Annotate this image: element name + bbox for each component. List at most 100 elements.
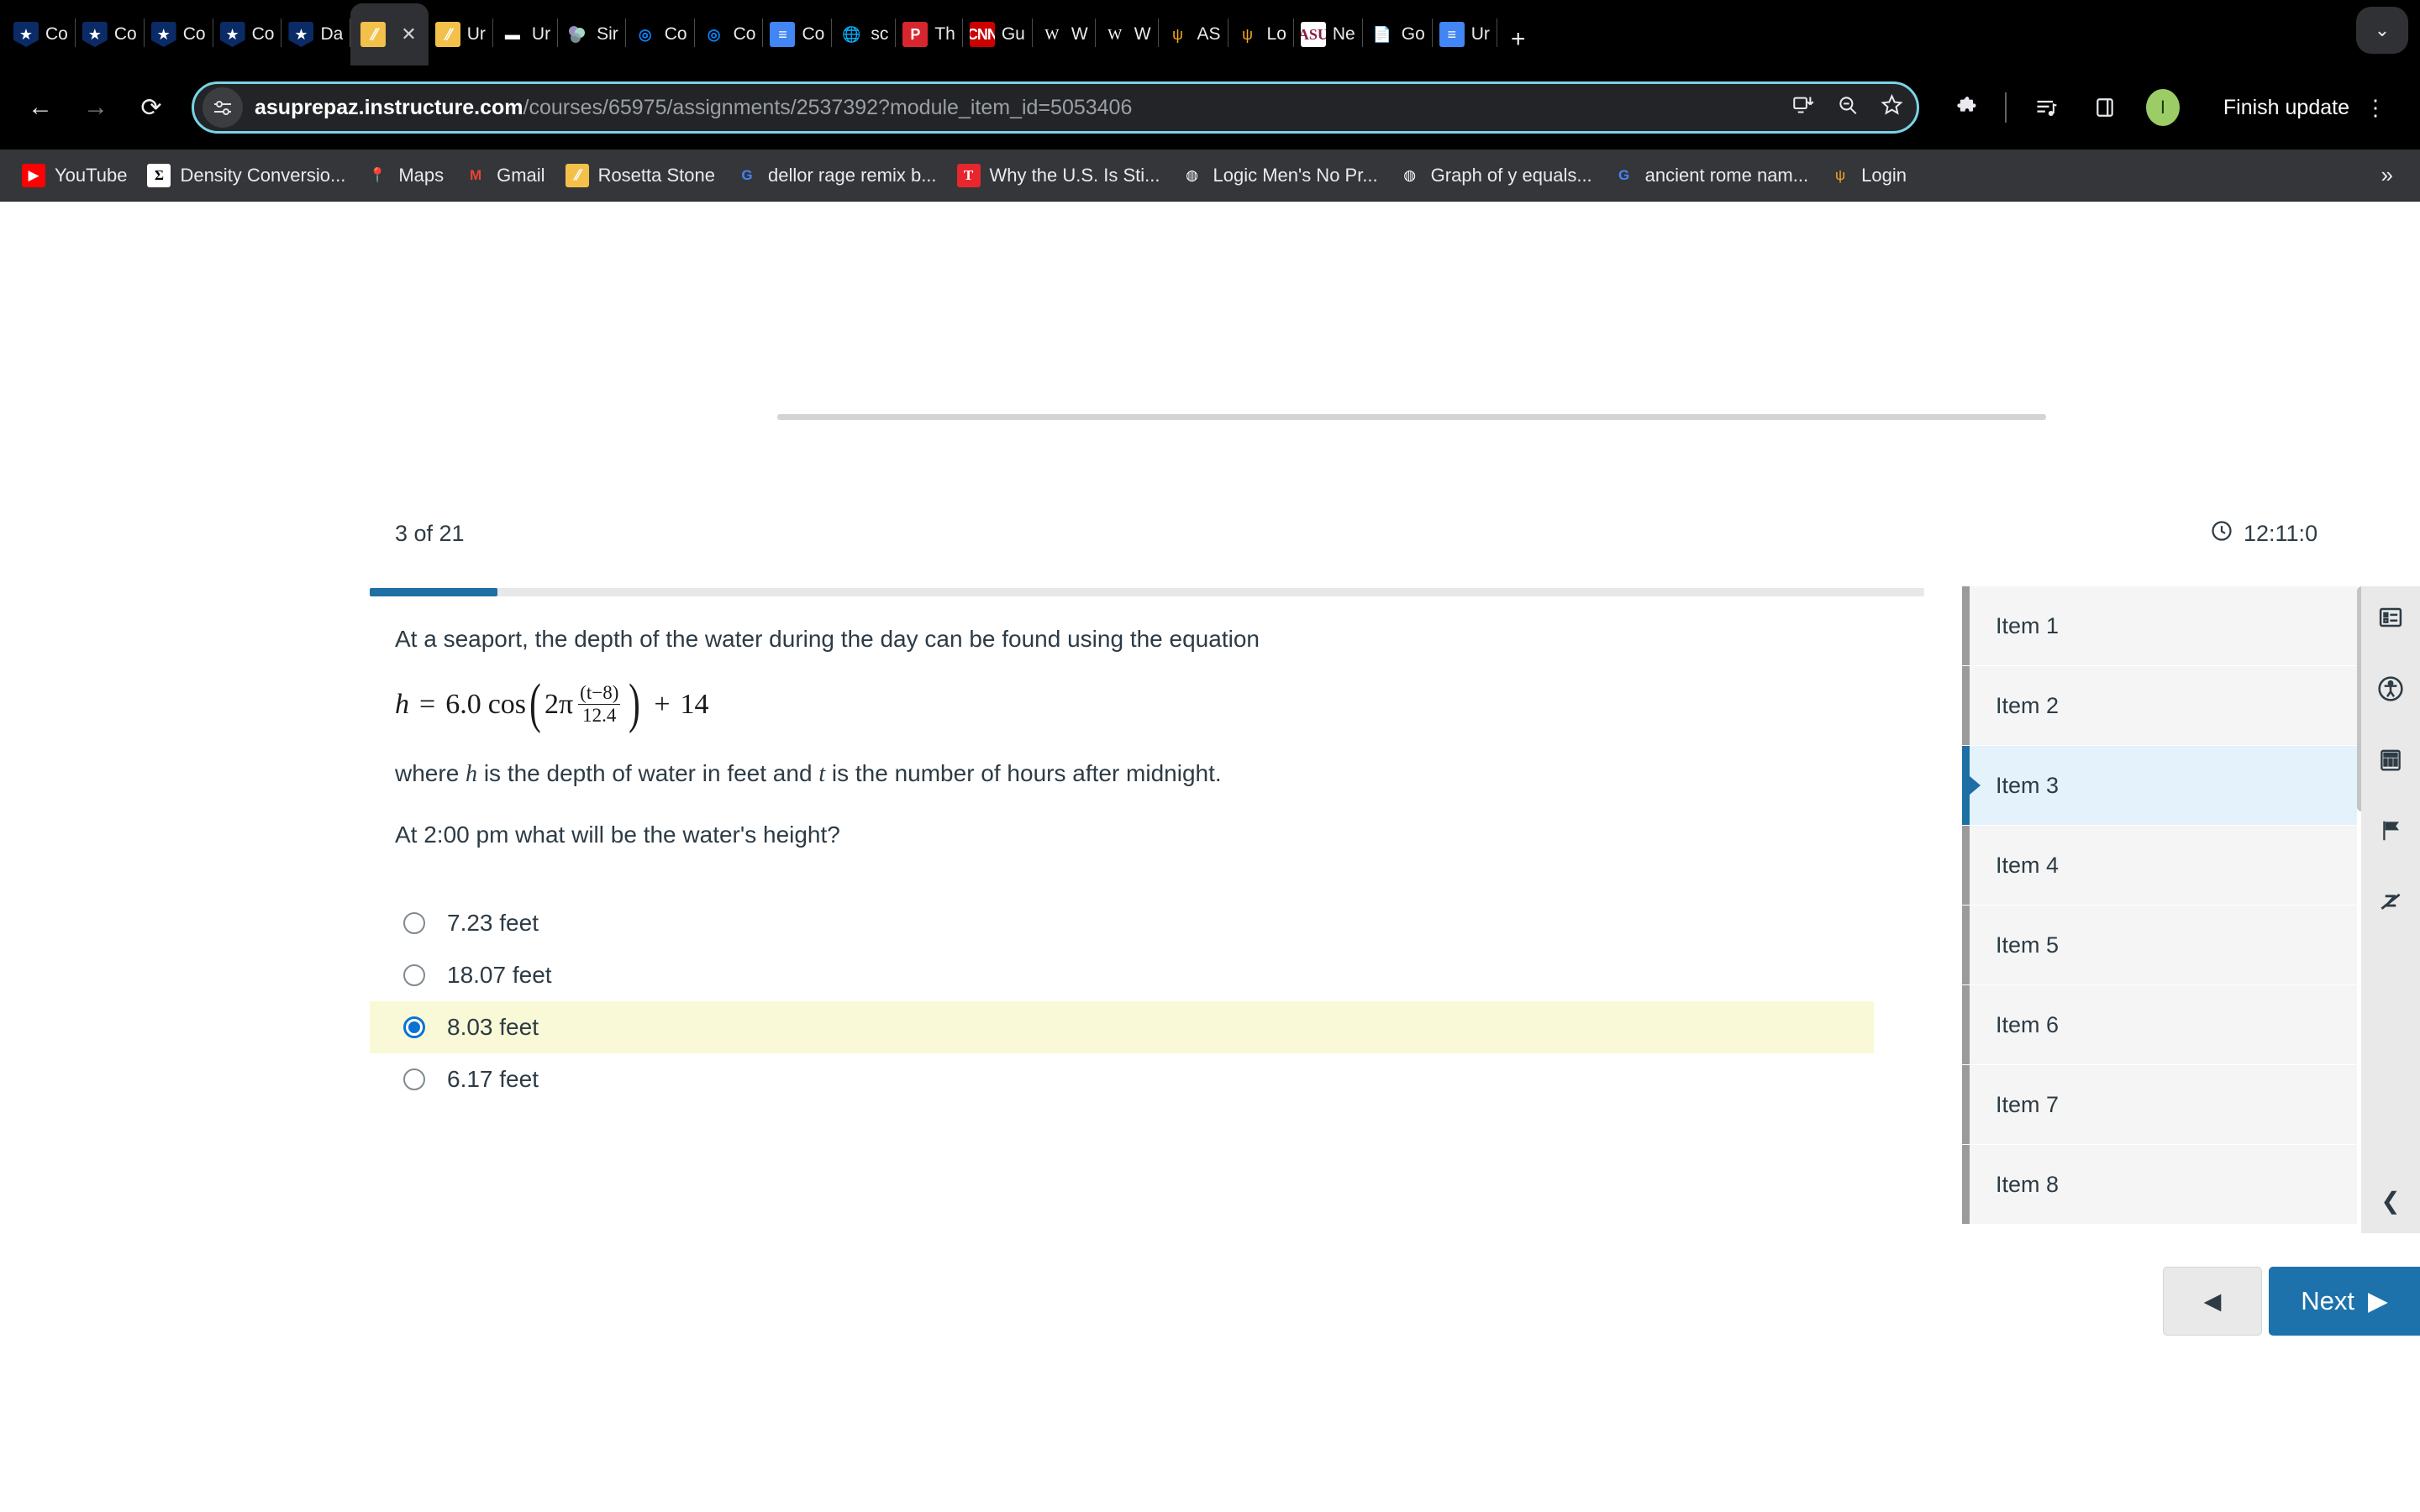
previous-question-button[interactable]: ◀ <box>2163 1267 2262 1336</box>
browser-tab[interactable]: ★ Co <box>213 3 281 66</box>
browser-tab[interactable]: P Th <box>896 3 962 66</box>
kebab-menu-icon[interactable]: ⋮ <box>2365 97 2386 118</box>
reading-list-icon[interactable] <box>2027 88 2065 127</box>
tab-title: Ur <box>531 24 551 44</box>
item-list-item[interactable]: Item 5 <box>1962 906 2365 985</box>
bookmark-dellor-rage-remix[interactable]: Gdellor rage remix b... <box>725 156 947 195</box>
bookmarks-overflow-button[interactable]: » <box>2366 162 2408 188</box>
tune-icon[interactable] <box>203 87 243 128</box>
radio-button[interactable] <box>403 1068 425 1090</box>
back-button[interactable]: ← <box>17 84 64 131</box>
bookmark-login[interactable]: ψ Login <box>1818 156 1917 195</box>
tab-title: W <box>1071 24 1088 44</box>
avatar[interactable]: I <box>2145 89 2180 126</box>
flag-icon[interactable] <box>2378 818 2403 848</box>
formula-vertical-shift: 14 <box>680 688 709 720</box>
item-list-item[interactable]: Item 8 <box>1962 1145 2365 1225</box>
tab-title: Co <box>182 24 206 44</box>
google-doc-file-icon: 📄 <box>1372 26 1392 43</box>
side-panel-icon[interactable] <box>2086 88 2124 127</box>
star-icon[interactable] <box>1881 93 1903 122</box>
browser-tab[interactable]: ★ Co <box>7 3 75 66</box>
extensions-puzzle-icon[interactable] <box>1948 88 1986 127</box>
reload-button[interactable]: ⟳ <box>128 84 175 131</box>
answer-option[interactable]: 6.17 feet <box>370 1053 1874 1105</box>
next-label: Next <box>2301 1286 2354 1315</box>
browser-chrome: ★ Co ★ Co ★ Co ★ Co ★ Da ⫽ ✕ ⫽ Ur ▬ Ur Sir ◎ Co … <box>0 0 2420 202</box>
tab-search-chevron-down-icon[interactable]: ⌄ <box>2356 7 2408 54</box>
item-label: Item 3 <box>1996 772 2060 798</box>
browser-tab[interactable]: 📄 Go <box>1363 3 1432 66</box>
browser-tab[interactable]: ψ AS <box>1159 3 1228 66</box>
browser-tab[interactable]: ◎ Co <box>695 3 763 66</box>
item-list-item[interactable]: Item 4 <box>1962 826 2365 906</box>
browser-tab[interactable]: ★ Da <box>281 3 350 66</box>
bookmarks-bar: ▶ YouTube Σ Density Conversio... 📍 Maps M Gm… <box>0 150 2420 202</box>
next-question-button[interactable]: Next ▶ <box>2269 1267 2420 1336</box>
bookmark-label: dellor rage remix b... <box>768 164 937 186</box>
bookmark-density-conversion[interactable]: Σ Density Conversio... <box>137 156 355 195</box>
google-icon: G <box>741 166 753 183</box>
item-list-item[interactable]: Item 7 <box>1962 1065 2365 1145</box>
timer-value: 12:11:0 <box>2244 521 2318 546</box>
browser-tab[interactable]: ◎ Co <box>626 3 694 66</box>
tab-title: W <box>1134 24 1151 44</box>
browser-tab[interactable]: ▬ Ur <box>493 3 557 66</box>
install-app-icon[interactable] <box>1792 93 1815 122</box>
browser-tab[interactable]: WW <box>1096 3 1158 66</box>
browser-tab[interactable]: 🌐 sc <box>832 3 895 66</box>
address-bar[interactable]: asuprepaz.instructure.com/courses/65975/… <box>192 81 1919 134</box>
bookmark-graph-of-y[interactable]: ◍ Graph of y equals... <box>1388 156 1602 195</box>
gmail-icon: M <box>470 166 482 183</box>
bookmark-label: Logic Men's No Pr... <box>1213 164 1378 186</box>
bookmark-logic-mens[interactable]: ◍ Logic Men's No Pr... <box>1170 156 1387 195</box>
bookmark-maps[interactable]: 📍 Maps <box>355 156 454 195</box>
browser-tab[interactable]: WW <box>1033 3 1095 66</box>
browser-tab[interactable]: ⫽ Ur <box>429 3 492 66</box>
item-list-item[interactable]: Item 1 <box>1962 586 2365 666</box>
browser-tab[interactable]: ≡ Ur <box>1433 3 1497 66</box>
browser-tab[interactable]: ★ Co <box>145 3 213 66</box>
url-text[interactable]: asuprepaz.instructure.com/courses/65975/… <box>255 96 1777 120</box>
browser-tab[interactable]: ≡ Co <box>763 3 831 66</box>
bookmark-label: YouTube <box>55 164 128 186</box>
item-list-item[interactable]: Item 2 <box>1962 666 2365 746</box>
answer-option[interactable]: 18.07 feet <box>370 949 1874 1001</box>
browser-tab[interactable]: ASU Ne <box>1294 3 1362 66</box>
browser-tab[interactable]: CNN Gu <box>963 3 1032 66</box>
new-tab-button[interactable]: + <box>1497 25 1539 66</box>
accessibility-icon[interactable] <box>2377 675 2404 707</box>
browser-tab-active[interactable]: ⫽ ✕ <box>350 3 429 66</box>
close-icon[interactable]: ✕ <box>401 24 416 45</box>
bookmark-ancient-rome[interactable]: Gancient rome nam... <box>1602 156 1818 195</box>
radio-button-selected[interactable] <box>403 1016 425 1038</box>
formula-open-paren: ( <box>529 673 541 735</box>
browser-tab[interactable]: ψ Lo <box>1228 3 1293 66</box>
strikethrough-icon[interactable] <box>2378 889 2403 919</box>
radio-button[interactable] <box>403 912 425 934</box>
answer-option[interactable]: 7.23 feet <box>370 897 1874 949</box>
answer-label: 18.07 feet <box>447 962 552 988</box>
finish-update-button[interactable]: Finish update ⋮ <box>2201 84 2403 131</box>
asu-pitchfork-icon: ψ <box>1835 166 1846 183</box>
quiz-progress-fill <box>370 588 497 596</box>
calculator-icon[interactable] <box>2378 748 2403 778</box>
tab-strip: ★ Co ★ Co ★ Co ★ Co ★ Da ⫽ ✕ ⫽ Ur ▬ Ur Sir ◎ Co … <box>0 0 2420 66</box>
wikipedia-icon: W <box>1044 26 1060 43</box>
bookmark-youtube[interactable]: ▶ YouTube <box>12 156 137 195</box>
item-list: Item 1 Item 2 Item 3 Item 4 Item 5 Item … <box>1962 586 2365 1225</box>
bookmark-time-article[interactable]: T Why the U.S. Is Sti... <box>947 156 1171 195</box>
bookmark-rosetta-stone[interactable]: ⫽ Rosetta Stone <box>555 156 725 195</box>
browser-tab[interactable]: Sir <box>558 3 625 66</box>
question-list-icon[interactable] <box>2378 605 2403 635</box>
radio-button[interactable] <box>403 964 425 986</box>
item-list-item-current[interactable]: Item 3 <box>1962 746 2365 826</box>
where-variable-h: h <box>466 760 478 787</box>
item-list-item[interactable]: Item 6 <box>1962 985 2365 1065</box>
collapse-panel-button[interactable]: ❮ <box>2381 1187 2400 1215</box>
browser-tab[interactable]: ★ Co <box>76 3 144 66</box>
zoom-out-icon[interactable] <box>1837 94 1859 122</box>
bookmark-gmail[interactable]: M Gmail <box>454 156 555 195</box>
answer-option-selected[interactable]: 8.03 feet <box>370 1001 1874 1053</box>
forward-button[interactable]: → <box>72 84 119 131</box>
